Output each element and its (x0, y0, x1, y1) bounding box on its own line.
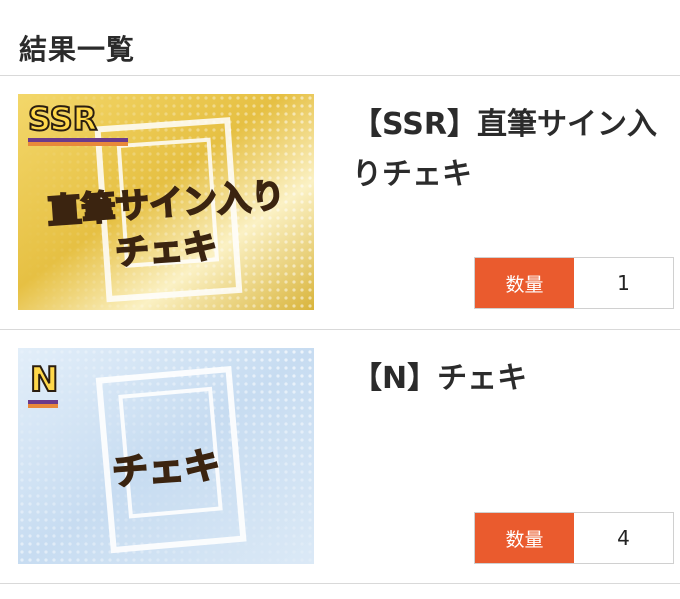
page-title: 結果一覧 (19, 33, 136, 66)
item-thumbnail: SSR 直筆サイン入り チェキ (18, 94, 314, 310)
result-item[interactable]: N チェキ 【N】チェキ 数量 4 (0, 330, 680, 584)
quantity-label: 数量 (475, 258, 574, 308)
result-item[interactable]: SSR 直筆サイン入り チェキ 【SSR】直筆サイン入りチェキ 数量 1 (0, 76, 680, 330)
quantity-value: 4 (574, 513, 673, 563)
page-header: 結果一覧 (0, 0, 680, 76)
thumb-rarity: SSR (27, 99, 98, 139)
thumb-rarity: N (29, 359, 60, 401)
quantity-box: 数量 1 (474, 257, 674, 309)
item-name: 【SSR】直筆サイン入りチェキ (352, 107, 657, 192)
quantity-value: 1 (574, 258, 673, 308)
item-thumbnail: N チェキ (18, 348, 314, 564)
quantity-label: 数量 (475, 513, 574, 563)
quantity-box: 数量 4 (474, 512, 674, 564)
item-name: 【N】チェキ (352, 361, 528, 396)
